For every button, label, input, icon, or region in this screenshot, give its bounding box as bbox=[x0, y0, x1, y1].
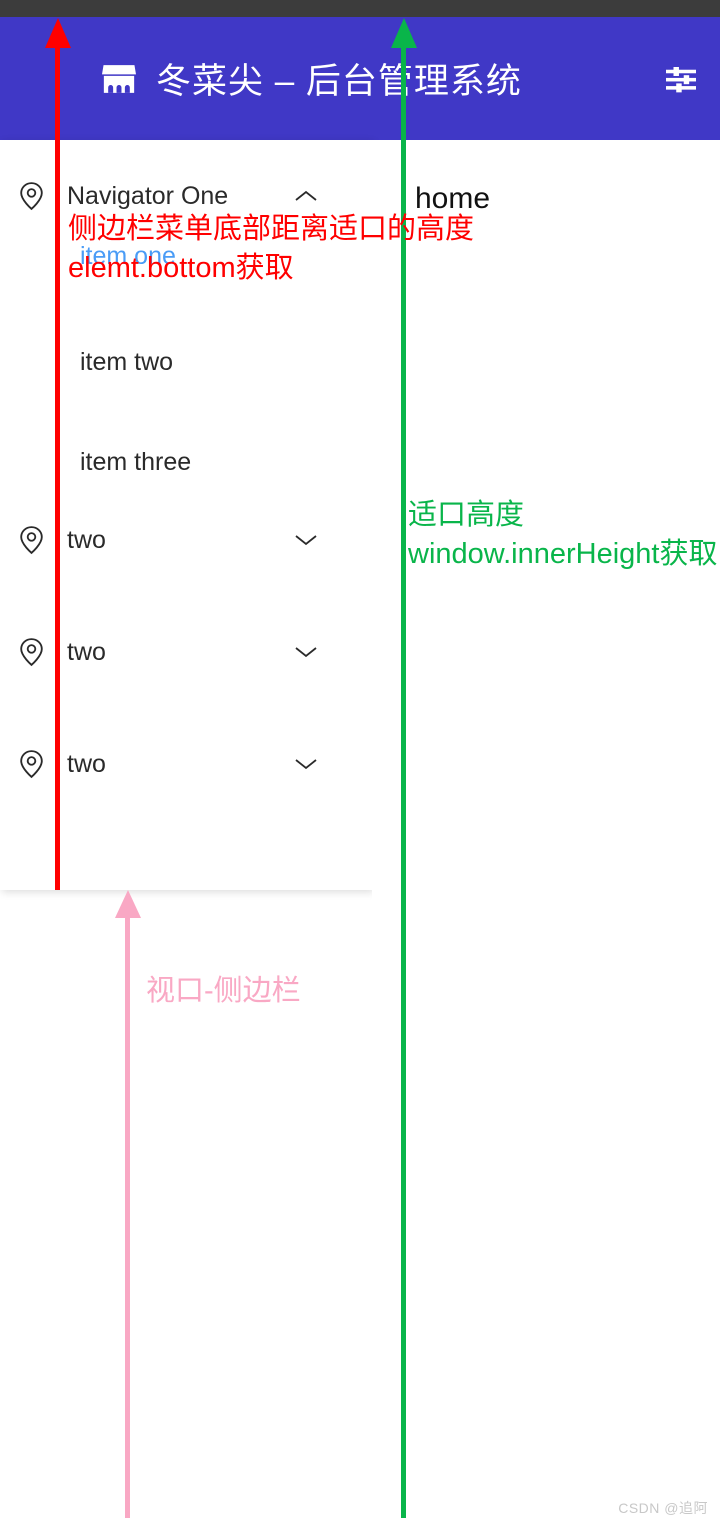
annotation-green-line1: 适口高度 bbox=[408, 499, 525, 531]
shop-icon bbox=[102, 64, 136, 93]
annotation-text-pink: 视口-侧边栏 bbox=[146, 972, 301, 1011]
annotation-pink-line1: 视口-侧边栏 bbox=[146, 975, 301, 1007]
arrow-line-pink bbox=[125, 914, 130, 1518]
browser-chrome-bar bbox=[0, 0, 720, 17]
settings-sliders-icon[interactable] bbox=[664, 64, 698, 94]
map-pin-icon bbox=[20, 750, 43, 779]
app-title: 冬菜尖 – 后台管理系统 bbox=[156, 62, 522, 101]
sidebar-group-label: two bbox=[67, 637, 106, 666]
map-pin-icon bbox=[20, 638, 43, 667]
annotation-arrow-pink bbox=[114, 890, 141, 1518]
annotation-arrow-red bbox=[44, 18, 71, 890]
chevron-up-icon[interactable] bbox=[294, 189, 318, 203]
map-pin-icon bbox=[20, 526, 43, 555]
main-content: home bbox=[372, 140, 720, 1524]
watermark: CSDN @追阿 bbox=[618, 1500, 708, 1516]
annotation-green-line2: window.innerHeight获取 bbox=[408, 537, 718, 570]
arrow-line-red bbox=[55, 44, 60, 890]
annotation-text-red: 侧边栏菜单底部距离适口的高度 elemt.bottom获取 bbox=[68, 210, 474, 288]
sidebar-group-label: Navigator One bbox=[67, 181, 229, 210]
brand-block: 冬菜尖 – 后台管理系统 bbox=[100, 53, 664, 104]
sidebar-group-label: two bbox=[67, 525, 106, 554]
app-header: 冬菜尖 – 后台管理系统 bbox=[0, 17, 720, 140]
chevron-down-icon[interactable] bbox=[294, 757, 318, 771]
screenshot-root: 冬菜尖 – 后台管理系统 Navigator One item one item… bbox=[0, 0, 720, 1524]
map-pin-icon bbox=[20, 182, 43, 211]
chevron-down-icon[interactable] bbox=[294, 533, 318, 547]
chevron-down-icon[interactable] bbox=[294, 645, 318, 659]
annotation-red-line1: 侧边栏菜单底部距离适口的高度 bbox=[68, 213, 475, 245]
annotation-text-green: 适口高度 window.innerHeight获取 bbox=[408, 496, 718, 574]
annotation-red-line2: elemt.bottom获取 bbox=[68, 251, 294, 284]
sidebar-group-label: two bbox=[67, 749, 106, 778]
